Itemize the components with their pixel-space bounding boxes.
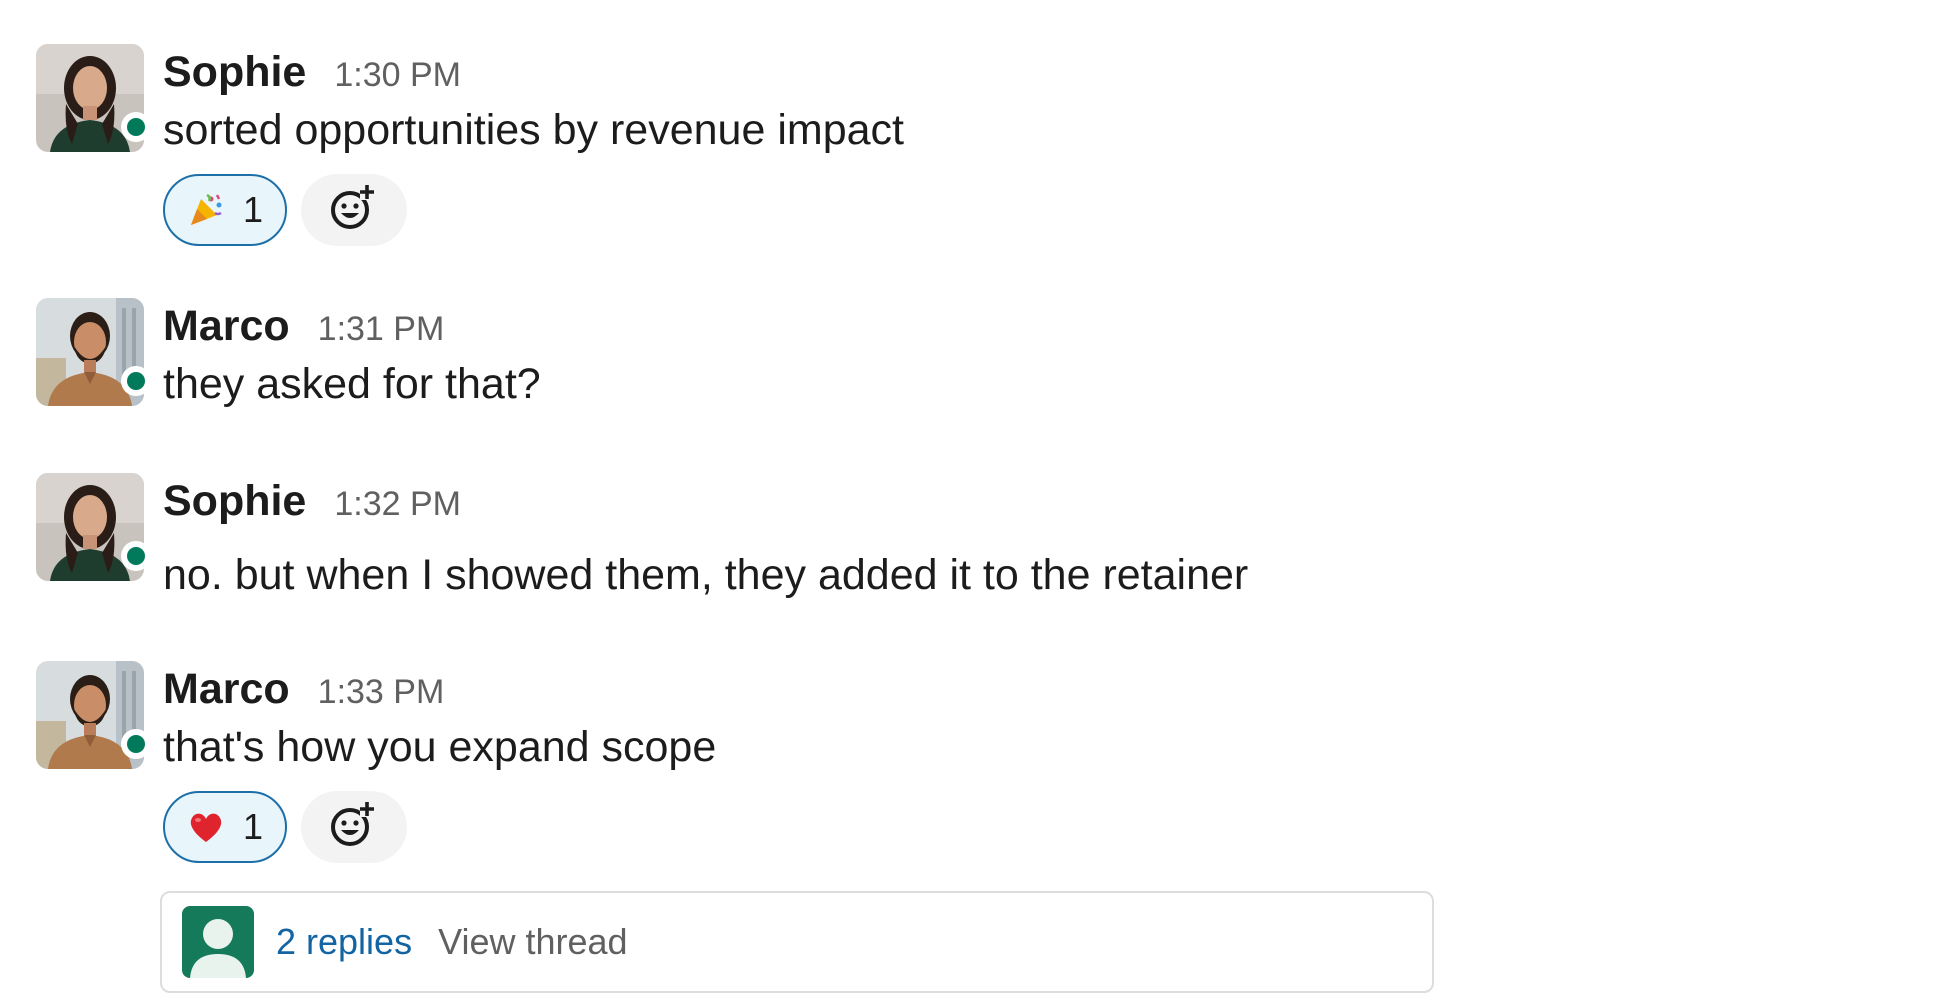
author-name[interactable]: Marco xyxy=(163,298,290,354)
add-reaction-button[interactable] xyxy=(301,791,407,863)
message-header: Sophie 1:32 PM xyxy=(163,473,461,529)
presence-online-indicator xyxy=(121,541,151,571)
message-text: no. but when I showed them, they added i… xyxy=(163,551,1249,599)
timestamp[interactable]: 1:33 PM xyxy=(318,673,445,712)
party-popper-icon xyxy=(187,191,225,229)
timestamp[interactable]: 1:30 PM xyxy=(334,56,461,95)
message-header: Marco 1:31 PM xyxy=(163,298,444,354)
message-header: Marco 1:33 PM xyxy=(163,661,444,717)
presence-online-indicator xyxy=(121,366,151,396)
message: Sophie 1:30 PM sorted opportunities by r… xyxy=(36,44,1436,254)
reaction-bar: 1 xyxy=(163,791,407,863)
thread-replies-link[interactable]: 2 replies xyxy=(276,921,412,963)
presence-online-indicator xyxy=(121,729,151,759)
author-name[interactable]: Sophie xyxy=(163,473,306,529)
add-reaction-icon xyxy=(328,799,380,856)
add-reaction-icon xyxy=(328,182,380,239)
author-name[interactable]: Marco xyxy=(163,661,290,717)
user-placeholder-icon xyxy=(182,906,254,978)
message-text: sorted opportunities by revenue impact xyxy=(163,106,904,154)
thread-summary[interactable]: 2 replies View thread xyxy=(160,891,1434,993)
reaction-pill[interactable]: 1 xyxy=(163,174,287,246)
reaction-count: 1 xyxy=(243,189,264,230)
reaction-count: 1 xyxy=(243,806,264,847)
timestamp[interactable]: 1:31 PM xyxy=(318,310,445,349)
message-header: Sophie 1:30 PM xyxy=(163,44,461,100)
red-heart-icon xyxy=(187,808,225,846)
message: Marco 1:31 PM they asked for that? xyxy=(36,298,1436,418)
add-reaction-button[interactable] xyxy=(301,174,407,246)
author-name[interactable]: Sophie xyxy=(163,44,306,100)
reaction-bar: 1 xyxy=(163,174,407,246)
message: Sophie 1:32 PM no. but when I showed the… xyxy=(36,473,1436,613)
reaction-pill[interactable]: 1 xyxy=(163,791,287,863)
view-thread-link[interactable]: View thread xyxy=(438,921,627,963)
message-feed: Sophie 1:30 PM sorted opportunities by r… xyxy=(0,0,1450,1008)
message: Marco 1:33 PM that's how you expand scop… xyxy=(36,661,1436,1001)
message-text: that's how you expand scope xyxy=(163,723,717,771)
message-text: they asked for that? xyxy=(163,360,541,408)
presence-online-indicator xyxy=(121,112,151,142)
timestamp[interactable]: 1:32 PM xyxy=(334,485,461,524)
